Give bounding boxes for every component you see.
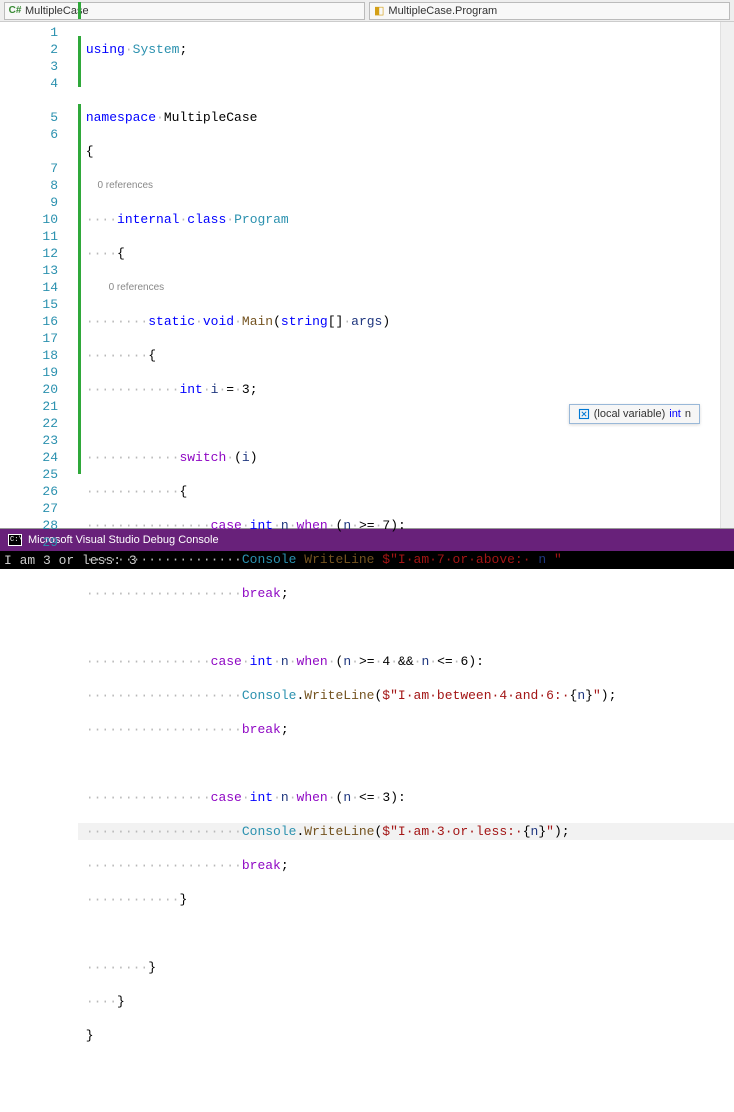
line-number: 16 — [0, 313, 58, 330]
line-number: 9 — [0, 194, 58, 211]
line-number: 5 — [0, 109, 58, 126]
class-name: MultipleCase.Program — [388, 5, 497, 17]
line-number: 27 — [0, 500, 58, 517]
line-number: 15 — [0, 296, 58, 313]
line-number: 25 — [0, 466, 58, 483]
line-number: 1 — [0, 24, 58, 41]
vertical-scrollbar[interactable] — [720, 22, 734, 528]
line-number: 29 — [0, 534, 58, 551]
line-number: 28 — [0, 517, 58, 534]
line-number-gutter: 1 2 3 4 5 6 7 8 9 10 11 12 13 14 15 16 1… — [0, 22, 78, 528]
change-marker — [78, 2, 81, 19]
line-number: 24 — [0, 449, 58, 466]
intellisense-tooltip: (local variable) int n — [569, 404, 700, 424]
variable-icon — [578, 408, 590, 420]
line-number: 11 — [0, 228, 58, 245]
line-number: 22 — [0, 415, 58, 432]
code-content[interactable]: using·System; namespace·MultipleCase { 0… — [78, 22, 734, 528]
line-number: 2 — [0, 41, 58, 58]
class-dropdown[interactable]: ◧ MultipleCase.Program — [369, 2, 730, 20]
line-number: 14 — [0, 279, 58, 296]
line-number: 3 — [0, 58, 58, 75]
codelens-method[interactable]: 0 references — [78, 279, 734, 296]
tooltip-name: n — [685, 408, 691, 420]
tooltip-prefix: (local variable) — [594, 408, 666, 420]
code-editor[interactable]: 1 2 3 4 5 6 7 8 9 10 11 12 13 14 15 16 1… — [0, 22, 734, 528]
project-dropdown[interactable]: C# MultipleCase — [4, 2, 365, 20]
line-number: 8 — [0, 177, 58, 194]
line-number: 20 — [0, 381, 58, 398]
codelens-class[interactable]: 0 references — [78, 177, 734, 194]
line-number: 4 — [0, 75, 58, 92]
line-number: 19 — [0, 364, 58, 381]
line-number: 23 — [0, 432, 58, 449]
csharp-icon: C# — [9, 5, 21, 17]
tooltip-type: int — [669, 408, 681, 420]
line-number: 6 — [0, 126, 58, 143]
line-number: 7 — [0, 160, 58, 177]
line-number: 17 — [0, 330, 58, 347]
line-number: 10 — [0, 211, 58, 228]
breadcrumb-bar: C# MultipleCase ◧ MultipleCase.Program — [0, 0, 734, 22]
line-number: 13 — [0, 262, 58, 279]
line-number: 12 — [0, 245, 58, 262]
line-number: 18 — [0, 347, 58, 364]
class-icon: ◧ — [374, 4, 384, 17]
line-number: 26 — [0, 483, 58, 500]
line-number: 21 — [0, 398, 58, 415]
